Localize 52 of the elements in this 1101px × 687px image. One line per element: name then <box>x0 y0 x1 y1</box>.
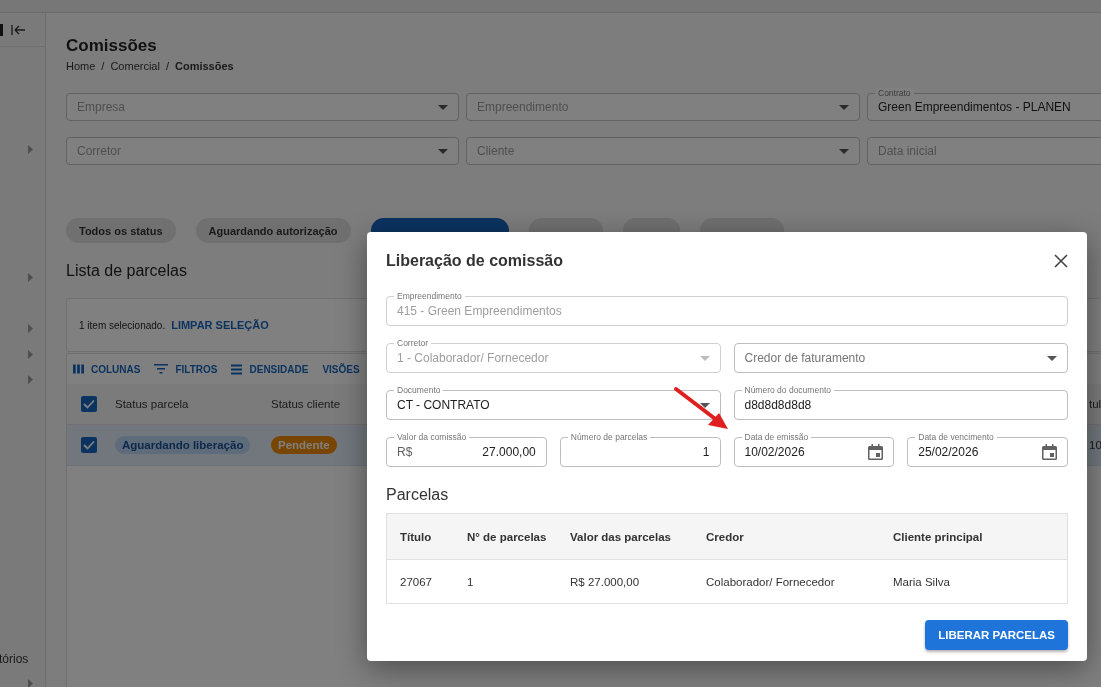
calendar-icon[interactable] <box>1042 444 1057 460</box>
density-icon <box>231 363 243 375</box>
breadcrumb-separator: / <box>101 60 105 72</box>
breadcrumb-separator: / <box>165 60 169 72</box>
page-title: Comissões <box>66 36 158 54</box>
dropdown-icon <box>438 104 448 110</box>
toolbar-button[interactable]: FILTROS <box>154 363 218 375</box>
column-header[interactable]: Status parcela <box>115 398 271 410</box>
filter-icon <box>154 364 169 374</box>
table-cell-text: 1 <box>467 575 475 588</box>
clear-selection-link[interactable]: LIMPAR SELEÇÃO <box>171 319 269 331</box>
sidebar-item[interactable]: tórios <box>0 652 45 666</box>
section-title: Parcelas <box>386 486 450 505</box>
column-header[interactable]: tul <box>1089 398 1101 410</box>
selection-count: 1 item selecionado. <box>79 319 166 331</box>
checkbox[interactable] <box>81 396 97 412</box>
breadcrumb-item[interactable]: Home <box>66 60 96 72</box>
status-chip[interactable]: Todos os status <box>66 218 176 243</box>
dialog-title: Liberação de comissão <box>386 252 563 270</box>
section-title: Lista de parcelas <box>66 262 188 281</box>
dropdown-icon <box>699 355 710 361</box>
checkbox[interactable] <box>81 437 97 453</box>
status-badge: Aguardando liberação <box>115 436 251 454</box>
dropdown-icon <box>1047 355 1057 361</box>
table-cell-text: 27067 <box>400 575 433 588</box>
sidebar-logo <box>0 23 3 36</box>
breadcrumb-item[interactable]: Comercial <box>110 60 160 72</box>
status-badge: Pendente <box>271 436 337 454</box>
column-header: N° de parcelas <box>467 530 548 543</box>
toolbar-button[interactable]: COLUNAS <box>73 363 141 375</box>
dropdown-icon <box>839 148 849 154</box>
dropdown-icon <box>839 104 849 110</box>
toolbar-button[interactable]: VISÕES <box>322 363 360 375</box>
table-cell-text: Maria Silva <box>893 575 951 588</box>
column-header: Credor <box>706 530 745 543</box>
columns-icon <box>73 364 84 374</box>
dropdown-icon <box>438 148 448 154</box>
breadcrumb-item: Comissões <box>175 60 234 72</box>
select-field[interactable]: Credor de faturamento <box>733 343 1068 373</box>
release-button[interactable]: LIBERAR PARCELAS <box>925 620 1068 650</box>
dropdown-icon <box>699 402 710 408</box>
collapse-icon[interactable] <box>11 24 25 35</box>
table-cell-text: R$ 27.000,00 <box>570 575 641 588</box>
table-cell: 10 <box>1089 439 1101 451</box>
table-cell-text: Colaborador/ Fornecedor <box>706 575 836 588</box>
close-icon[interactable] <box>1054 254 1068 268</box>
calendar-icon[interactable] <box>868 444 884 460</box>
column-header: Valor das parcelas <box>570 530 672 543</box>
toolbar-button[interactable]: DENSIDADE <box>231 363 309 375</box>
column-header: Cliente principal <box>893 530 984 543</box>
column-header: Título <box>400 530 433 543</box>
status-chip[interactable]: Aguardando autorização <box>195 218 351 243</box>
